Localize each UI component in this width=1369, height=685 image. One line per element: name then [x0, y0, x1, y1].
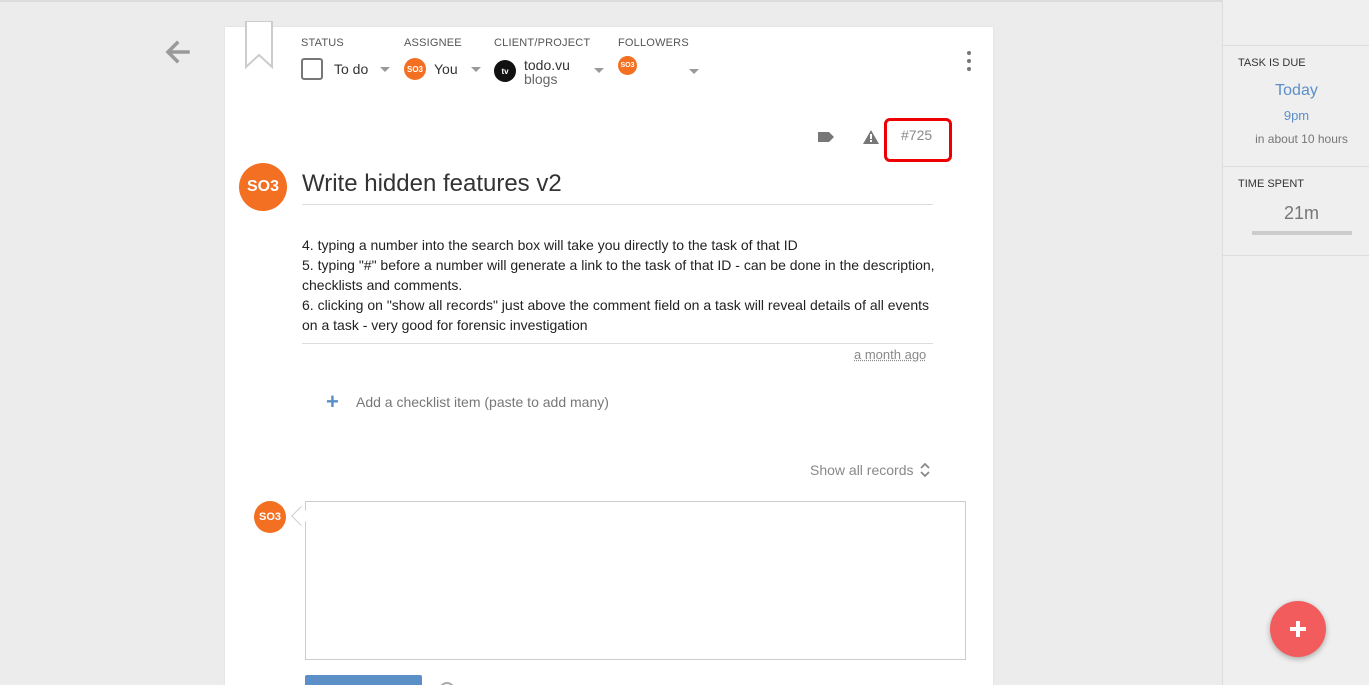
chevron-down-icon[interactable]	[380, 67, 390, 72]
due-relative: in about 10 hours	[1223, 132, 1369, 146]
due-label: TASK IS DUE	[1238, 57, 1306, 69]
show-all-records-label: Show all records	[810, 462, 914, 478]
status-field[interactable]: STATUS To do	[301, 37, 390, 80]
task-card: STATUS To do ASSIGNEE SO3 You CLIENT/PRO…	[225, 27, 993, 685]
chevron-down-icon[interactable]	[689, 69, 699, 74]
add-checklist-label: Add a checklist item (paste to add many)	[356, 394, 609, 410]
add-checklist-item-button[interactable]: + Add a checklist item (paste to add man…	[326, 392, 609, 412]
description-line: 4. typing a number into the search box w…	[302, 235, 942, 255]
status-label: STATUS	[301, 37, 390, 49]
timestamp: a month ago	[854, 347, 926, 362]
assignee-label: ASSIGNEE	[404, 37, 481, 49]
time-spent-section[interactable]: TIME SPENT 21m	[1223, 167, 1369, 256]
time-spent-label: TIME SPENT	[1238, 178, 1304, 190]
comment-input[interactable]	[305, 501, 966, 660]
task-description[interactable]: 4. typing a number into the search box w…	[302, 235, 942, 335]
plus-icon	[1289, 620, 1307, 638]
title-divider	[302, 204, 933, 205]
client-project-label: CLIENT/PROJECT	[494, 37, 604, 49]
sidebar-top	[1223, 0, 1369, 46]
description-divider	[302, 343, 933, 344]
avatar: SO3	[404, 58, 426, 80]
followers-field[interactable]: FOLLOWERS SO3	[618, 37, 699, 75]
assignee-field[interactable]: ASSIGNEE SO3 You	[404, 37, 481, 80]
tag-icon[interactable]	[816, 129, 836, 145]
submit-comment-button[interactable]	[305, 675, 422, 685]
task-id[interactable]: #725	[901, 127, 932, 143]
task-title[interactable]: Write hidden features v2	[302, 170, 562, 198]
avatar: SO3	[618, 56, 637, 75]
project-name: blogs	[524, 72, 570, 86]
due-day: Today	[1223, 82, 1369, 100]
warning-icon[interactable]	[862, 129, 880, 145]
assignee-value: You	[434, 61, 458, 77]
client-project-field[interactable]: CLIENT/PROJECT tv todo.vu blogs	[494, 37, 604, 86]
followers-label: FOLLOWERS	[618, 37, 699, 49]
client-logo: tv	[494, 60, 516, 82]
due-section[interactable]: TASK IS DUE Today 9pm in about 10 hours	[1223, 46, 1369, 167]
time-spent-bar	[1252, 231, 1352, 235]
time-spent-value: 21m	[1223, 203, 1369, 224]
show-all-records-link[interactable]: Show all records	[810, 462, 930, 478]
task-sidebar: TASK IS DUE Today 9pm in about 10 hours …	[1222, 0, 1369, 685]
description-line: 6. clicking on "show all records" just a…	[302, 295, 942, 335]
more-options-icon[interactable]	[962, 51, 976, 71]
client-name: todo.vu	[524, 58, 570, 72]
top-divider	[0, 0, 1369, 2]
back-arrow-icon[interactable]	[164, 38, 192, 66]
status-value: To do	[334, 61, 368, 77]
avatar: SO3	[239, 163, 287, 211]
add-button[interactable]	[1270, 601, 1326, 657]
status-checkbox[interactable]	[301, 58, 323, 80]
avatar: SO3	[254, 501, 286, 533]
expand-icon	[920, 462, 930, 478]
chevron-down-icon[interactable]	[594, 68, 604, 73]
due-time: 9pm	[1223, 108, 1369, 123]
chevron-down-icon[interactable]	[471, 67, 481, 72]
plus-icon: +	[326, 392, 344, 412]
description-line: 5. typing "#" before a number will gener…	[302, 255, 942, 295]
bookmark-icon[interactable]	[244, 21, 274, 71]
